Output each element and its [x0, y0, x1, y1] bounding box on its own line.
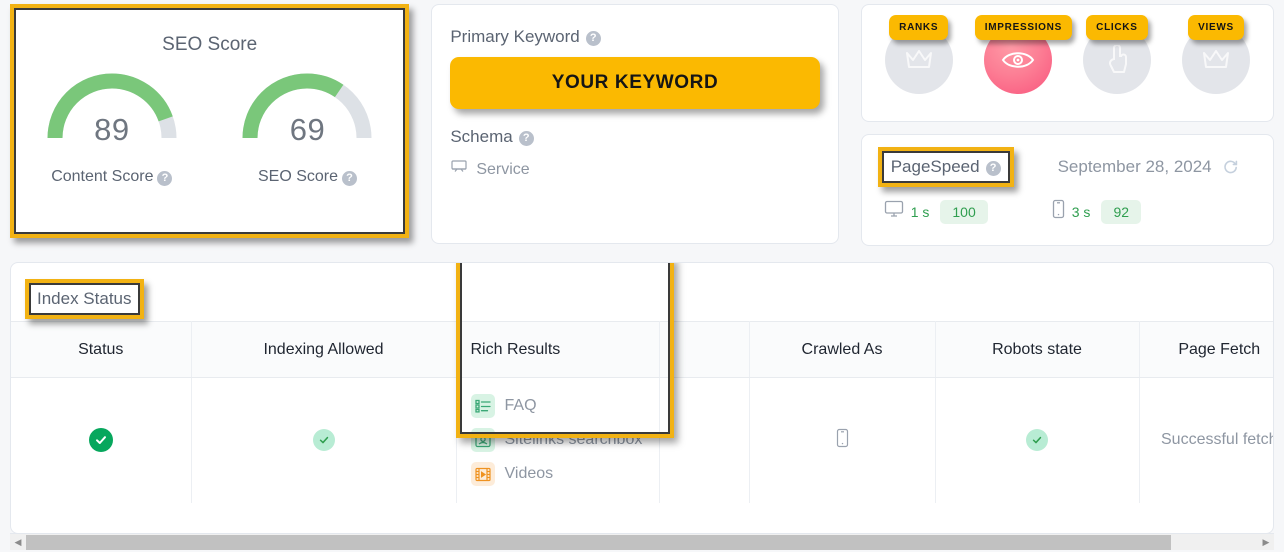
help-icon[interactable]: ?: [518, 130, 534, 146]
metric-ranks[interactable]: RANKS: [876, 15, 962, 121]
check-circle-soft-icon: [1026, 429, 1048, 452]
chevron-right-icon[interactable]: ▶: [1258, 537, 1274, 547]
cell-status: [11, 377, 192, 503]
top-cards-row: SEO Score 89 Content Score ? 69 SEO Scor…: [0, 0, 1284, 248]
rich-result-faq: FAQ: [470, 394, 649, 419]
cell-indexing-allowed: [191, 377, 457, 503]
rich-result-videos: Videos: [470, 462, 649, 487]
metric-clicks[interactable]: CLICKS: [1074, 15, 1160, 121]
refresh-icon[interactable]: [1222, 159, 1239, 176]
column-header-indexing-allowed[interactable]: Indexing Allowed: [191, 321, 457, 378]
index-status-table: Status Indexing Allowed Rich Results Cra…: [11, 321, 1274, 503]
gauge-seo-score: 69 SEO Score ?: [227, 66, 387, 186]
schema-item-label: Service: [476, 160, 530, 178]
gauge-group: 89 Content Score ? 69 SEO Score ?: [14, 66, 405, 186]
mobile-icon: [1052, 199, 1065, 224]
column-header-page-fetch[interactable]: Page Fetch: [1139, 321, 1273, 378]
column-header-empty: [659, 321, 750, 378]
rich-result-label: Videos: [504, 465, 554, 483]
column-header-crawled-as[interactable]: Crawled As: [749, 321, 936, 378]
index-status-header: Index Status: [11, 263, 1273, 321]
sitelinks-searchbox-icon: [470, 428, 495, 453]
mobile-icon: [836, 428, 849, 452]
scrollbar-thumb[interactable]: [26, 534, 1171, 550]
column-header-rich-results[interactable]: Rich Results: [456, 321, 660, 378]
pagespeed-header-row: PageSpeed ? September 28, 2024: [877, 147, 1257, 187]
chevron-left-icon[interactable]: ◀: [10, 537, 26, 547]
right-column: RANKS IMPRESSIONS CLICKS VIEWS PageSpeed…: [860, 4, 1274, 248]
horizontal-scrollbar[interactable]: ◀ ▶: [10, 533, 1274, 550]
schema-heading: Schema ?: [450, 127, 819, 147]
desktop-time: 1 s: [910, 203, 930, 220]
pagespeed-metrics-row: 1 s 100 3 s 92: [878, 199, 1257, 224]
content-score-label: Content Score ?: [32, 168, 192, 186]
desktop-icon: [884, 200, 904, 223]
rich-results-list: FAQ Sitelinks searchbox Videos: [470, 394, 649, 487]
desktop-score: 100: [940, 199, 988, 224]
seo-score-label-text: SEO Score: [257, 168, 338, 185]
metric-impressions[interactable]: IMPRESSIONS: [974, 15, 1072, 121]
pagespeed-date: September 28, 2024: [1057, 157, 1212, 176]
primary-keyword-label: Primary Keyword: [450, 27, 580, 46]
videos-film-icon: [470, 462, 495, 487]
rich-result-label: Sitelinks searchbox: [504, 431, 643, 449]
mobile-score: 92: [1101, 199, 1142, 224]
pagespeed-title[interactable]: PageSpeed ?: [877, 147, 1014, 187]
content-score-gauge-arc: 89: [42, 66, 182, 147]
pagespeed-mobile: 3 s 92: [1052, 199, 1142, 224]
primary-keyword-heading: Primary Keyword ?: [450, 27, 819, 47]
metric-views[interactable]: VIEWS: [1173, 15, 1259, 121]
gauge-content-score: 89 Content Score ?: [32, 66, 192, 186]
pagespeed-card: PageSpeed ? September 28, 2024 1 s 100 3…: [860, 134, 1274, 246]
seo-score-value: 69: [289, 112, 326, 147]
help-icon[interactable]: ?: [985, 160, 1001, 176]
content-score-label-text: Content Score: [51, 168, 154, 185]
mobile-time: 3 s: [1071, 203, 1091, 220]
primary-keyword-value[interactable]: YOUR KEYWORD: [450, 57, 820, 109]
rich-result-sitelinks-searchbox: Sitelinks searchbox: [470, 428, 649, 453]
table-header-row: Status Indexing Allowed Rich Results Cra…: [11, 321, 1273, 378]
schema-item: Service: [450, 159, 819, 180]
cell-rich-results: FAQ Sitelinks searchbox Videos: [456, 377, 660, 503]
index-status-title[interactable]: Index Status: [25, 279, 144, 319]
cell-page-fetch: Successful fetch: [1161, 431, 1274, 449]
schema-label: Schema: [450, 127, 513, 146]
content-score-value: 89: [94, 112, 130, 147]
primary-keyword-card: Primary Keyword ? YOUR KEYWORD Schema ? …: [431, 4, 839, 244]
help-icon[interactable]: ?: [342, 170, 357, 186]
column-header-status[interactable]: Status: [11, 321, 192, 378]
help-icon[interactable]: ?: [157, 170, 173, 186]
help-icon[interactable]: ?: [585, 30, 601, 46]
table-row: FAQ Sitelinks searchbox Videos Successfu…: [11, 377, 1274, 503]
scrollbar-track[interactable]: [26, 534, 1258, 550]
index-status-panel: Index Status Status Indexing Allowed Ric…: [10, 262, 1274, 534]
service-icon: [450, 159, 468, 180]
check-circle-solid-icon: [88, 428, 113, 453]
metric-impressions-label[interactable]: IMPRESSIONS: [974, 15, 1072, 40]
faq-list-icon: [470, 394, 495, 419]
cell-crawled-as: [749, 377, 936, 503]
seo-score-gauge-arc: 69: [237, 66, 377, 147]
metric-views-label[interactable]: VIEWS: [1188, 15, 1244, 40]
seo-score-label: SEO Score ?: [227, 168, 387, 186]
metrics-card: RANKS IMPRESSIONS CLICKS VIEWS: [860, 4, 1274, 122]
rich-result-label: FAQ: [504, 397, 537, 415]
cell-empty: [659, 377, 750, 503]
table-body: FAQ Sitelinks searchbox Videos Successfu…: [11, 377, 1274, 503]
table-header: Status Indexing Allowed Rich Results Cra…: [11, 321, 1273, 378]
check-circle-soft-icon: [312, 429, 335, 452]
cell-robots-state: [935, 377, 1140, 503]
seo-score-card[interactable]: SEO Score 89 Content Score ? 69 SEO Scor…: [10, 4, 410, 238]
metric-ranks-label[interactable]: RANKS: [889, 15, 949, 40]
pagespeed-desktop: 1 s 100: [884, 199, 988, 224]
column-header-robots-state[interactable]: Robots state: [935, 321, 1140, 378]
seo-score-title: SEO Score: [162, 34, 258, 55]
metric-clicks-label[interactable]: CLICKS: [1086, 15, 1148, 40]
pagespeed-title-text: PageSpeed: [890, 157, 980, 176]
